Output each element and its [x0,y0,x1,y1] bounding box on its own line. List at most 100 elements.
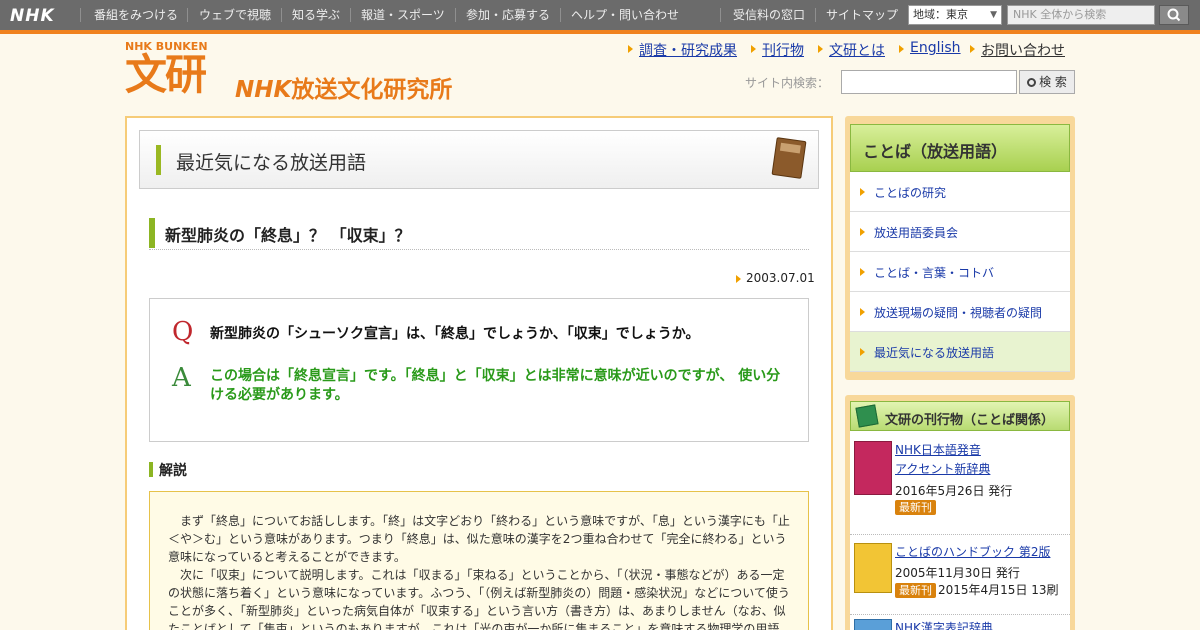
nav-item-find-programs[interactable]: 番組をみつける [94,0,178,30]
sidebar-publications: 文研の刊行物（ことば関係） NHK日本語発音 アクセント新辞典 2016年5月2… [845,395,1075,630]
publication-date: 2005年11月30日 発行 [895,566,1020,580]
sidebar-header: ことば（放送用語） [850,124,1070,172]
sidebar-item-questions[interactable]: 放送現場の疑問・視聴者の疑問 [850,292,1070,332]
explanation-box: まず「終息」についてお話しします。「終」は文字どおり「終わる」という意味ですが、… [149,491,809,630]
nav-divider [815,8,816,22]
publication-reprint: 2015年4月15日 13刷 [938,583,1059,597]
article-date: 2003.07.01 [746,271,815,285]
sidebar-item-label: ことば・言葉・コトバ [874,266,995,280]
link-arrow-icon [818,45,823,53]
link-arrow-icon [628,45,633,53]
publication-title-link[interactable]: NHK漢字表記辞典 [895,619,993,630]
nav-item-learn[interactable]: 知る学ぶ [292,0,340,30]
accent-stripe [0,30,1200,34]
sidebar-item-label: 最近気になる放送用語 [874,346,995,360]
site-search-input[interactable] [841,70,1017,94]
nav-item-fee[interactable]: 受信料の窓口 [733,0,805,30]
book-cover-image[interactable] [854,543,892,593]
sidebar-item-committee[interactable]: 放送用語委員会 [850,212,1070,252]
site-search-label: サイト内検索： [745,76,830,90]
publication-title-link[interactable]: ことばのハンドブック 第2版 [895,543,1050,562]
publication-date: 2016年5月26日 発行 [895,484,1013,498]
heading-bar-accent [149,462,153,477]
publication-badge-row: 最新刊 2015年4月15日 13刷 [895,581,1059,598]
header-link-about[interactable]: 文研とは [829,40,885,60]
book-cover-image[interactable] [854,619,892,630]
nav-item-help[interactable]: ヘルプ・問い合わせ [571,0,679,30]
sidebar-title[interactable]: ことば（放送用語） [863,138,1007,162]
sidebar-list: ことばの研究 放送用語委員会 ことば・言葉・コトバ 放送現場の疑問・視聴者の疑問… [850,172,1070,372]
sidebar-item-recent-terms[interactable]: 最近気になる放送用語 [850,332,1070,372]
main-content: 最近気になる放送用語 新型肺炎の「終息」？ 「収束」？ 2003.07.01 Q… [125,116,833,630]
header-link-research[interactable]: 調査・研究成果 [639,40,737,60]
header-link-english[interactable]: English [910,40,961,56]
global-search-button[interactable] [1159,5,1189,25]
title-bar-accent [156,145,161,175]
publications-header: 文研の刊行物（ことば関係） [850,401,1070,431]
global-search-input[interactable]: NHK 全体から検索 [1007,5,1155,25]
publication-badge-row: 最新刊 [895,500,938,515]
header-link-contact[interactable]: お問い合わせ [981,40,1065,60]
nav-item-participate[interactable]: 参加・応募する [466,0,550,30]
sidebar-item-label: 放送用語委員会 [874,226,959,240]
explanation-paragraph: 次に「収束」について説明します。これは「収まる」「束ねる」ということから、「（状… [168,568,790,630]
arrow-icon [860,188,865,196]
nav-divider [720,8,721,22]
region-label: 地域： [913,8,946,21]
qa-box: Q 新型肺炎の「シューソク宣言」は、「終息」でしょうか、「収束」でしょうか。 A… [149,298,809,442]
date-arrow-icon [736,275,741,283]
article-heading: 新型肺炎の「終息」？ 「収束」？ [149,218,809,250]
book-cover-image[interactable] [854,441,892,495]
arrow-icon [860,348,865,356]
sidebar-item-label: 放送現場の疑問・視聴者の疑問 [874,306,1043,320]
question-mark-letter: Q [172,317,194,347]
arrow-icon [860,268,865,276]
answer-mark-letter: A [172,363,191,393]
logo-mark: 文研 [125,50,207,99]
publications-list: NHK日本語発音 アクセント新辞典 2016年5月26日 発行 最新刊 ことばの… [850,431,1070,630]
sidebar-kotoba: ことば（放送用語） ことばの研究 放送用語委員会 ことば・言葉・コトバ 放送現場… [845,116,1075,380]
nav-divider [455,8,456,22]
publication-title-link[interactable]: アクセント新辞典 [895,460,990,479]
explanation-heading-text: 解説 [159,463,187,479]
nav-item-watch-web[interactable]: ウェブで視聴 [199,0,271,30]
nav-divider [187,8,188,22]
org-name: NHK放送文化研究所 [235,70,452,104]
publication-item: NHK日本語発音 アクセント新辞典 2016年5月26日 発行 最新刊 [850,431,1070,535]
book-icon [771,137,807,179]
region-select[interactable]: 地域：東京 ▼ [908,5,1002,25]
section-banner: 最近気になる放送用語 [139,130,819,189]
org-name-rest: 放送文化研究所 [291,77,453,103]
publication-title-link[interactable]: NHK日本語発音 [895,441,981,460]
header-link-publications[interactable]: 刊行物 [762,40,804,60]
nav-divider [350,8,351,22]
search-icon [1027,78,1037,87]
nav-divider [560,8,561,22]
title-bar-accent [149,218,155,248]
new-badge: 最新刊 [895,500,936,515]
org-name-nhk: NHK [235,77,292,103]
global-nav-bar: NHK 番組をみつける ウェブで視聴 知る学ぶ 報道・スポーツ 参加・応募する … [0,0,1200,30]
nav-item-news-sports[interactable]: 報道・スポーツ [361,0,445,30]
nav-divider [281,8,282,22]
link-arrow-icon [899,45,904,53]
question-text: 新型肺炎の「シューソク宣言」は、「終息」でしょうか、「収束」でしょうか。 [210,326,700,342]
nav-item-sitemap[interactable]: サイトマップ [826,0,898,30]
arrow-icon [860,308,865,316]
publications-title: 文研の刊行物（ことば関係） [885,413,1055,428]
search-icon [1167,8,1181,22]
site-search-button-label: 検 索 [1039,75,1067,89]
sidebar-item-kotoba-kotoba[interactable]: ことば・言葉・コトバ [850,252,1070,292]
book-icon [855,404,879,428]
chevron-down-icon: ▼ [990,10,997,20]
section-title: 最近気になる放送用語 [176,152,367,174]
site-search-button[interactable]: 検 索 [1019,70,1075,94]
sidebar-item-kotoba-research[interactable]: ことばの研究 [850,172,1070,212]
arrow-icon [860,228,865,236]
nhk-logo[interactable]: NHK [10,6,55,26]
new-badge: 最新刊 [895,583,936,598]
publication-item: ことばのハンドブック 第2版 2005年11月30日 発行 最新刊 2015年4月… [850,535,1070,615]
explanation-paragraph: まず「終息」についてお話しします。「終」は文字どおり「終わる」という意味ですが、… [168,514,790,564]
nav-divider [80,8,81,22]
link-arrow-icon [970,45,975,53]
